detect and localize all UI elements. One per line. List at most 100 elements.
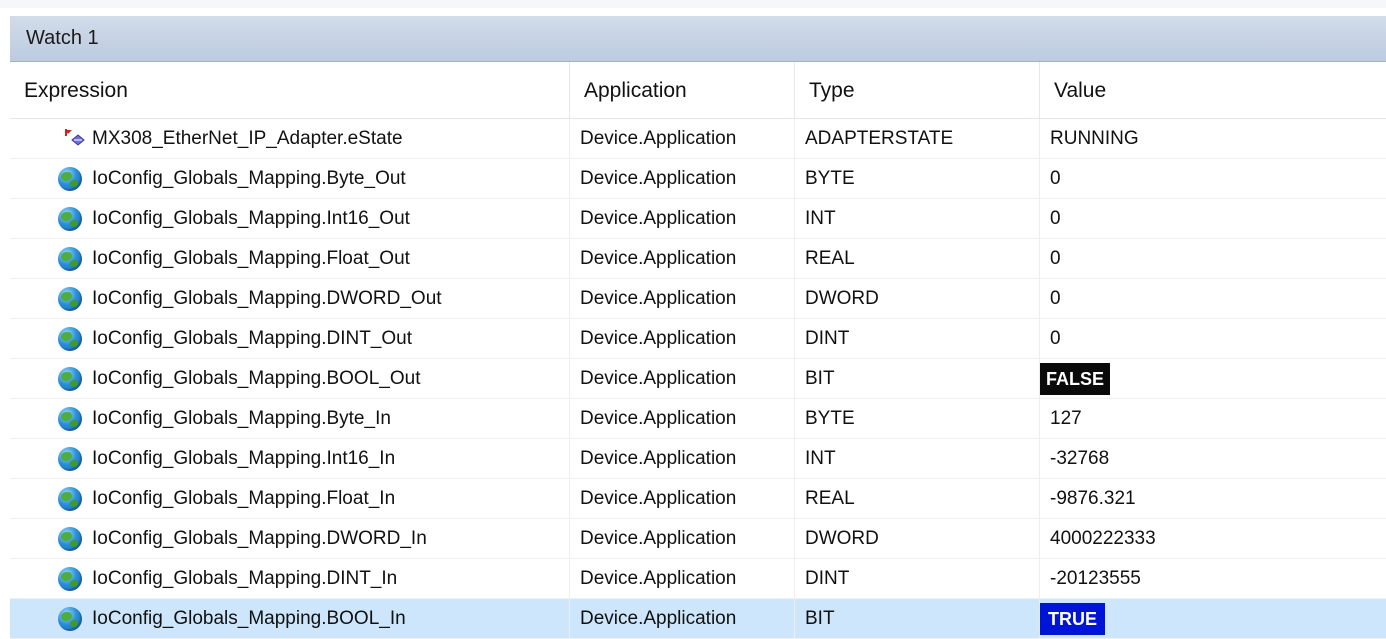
expression-text: IoConfig_Globals_Mapping.Float_In bbox=[92, 488, 396, 509]
expression-text: IoConfig_Globals_Mapping.BOOL_In bbox=[92, 608, 406, 629]
value-cell[interactable]: TRUE bbox=[1040, 599, 1386, 639]
type-cell: DINT bbox=[795, 559, 1040, 599]
expression-cell[interactable]: IoConfig_Globals_Mapping.DINT_Out bbox=[10, 319, 570, 359]
application-cell: Device.Application bbox=[570, 199, 795, 239]
table-row[interactable]: IoConfig_Globals_Mapping.DWORD_In Device… bbox=[10, 519, 1386, 559]
type-cell: DWORD bbox=[795, 279, 1040, 319]
expression-text: MX308_EtherNet_IP_Adapter.eState bbox=[92, 128, 403, 149]
watch-window: Watch 1 Expression Application Type Valu… bbox=[0, 0, 1386, 639]
type-cell: DWORD bbox=[795, 519, 1040, 559]
value-cell[interactable]: -9876.321 bbox=[1040, 479, 1386, 519]
column-header-value[interactable]: Value bbox=[1040, 62, 1386, 118]
globe-icon bbox=[58, 407, 82, 431]
expression-cell[interactable]: IoConfig_Globals_Mapping.Int16_In bbox=[10, 439, 570, 479]
expression-text: IoConfig_Globals_Mapping.Float_Out bbox=[92, 248, 410, 269]
column-header-application[interactable]: Application bbox=[570, 62, 795, 118]
table-row[interactable]: IoConfig_Globals_Mapping.DINT_In Device.… bbox=[10, 559, 1386, 599]
type-cell: BYTE bbox=[795, 399, 1040, 439]
expression-text: IoConfig_Globals_Mapping.DWORD_In bbox=[92, 528, 427, 549]
enum-variable-icon bbox=[65, 129, 85, 146]
table-row[interactable]: MX308_EtherNet_IP_Adapter.eState Device.… bbox=[10, 119, 1386, 159]
watch-tab-header[interactable]: Watch 1 bbox=[10, 16, 1386, 62]
false-value-badge[interactable]: FALSE bbox=[1040, 363, 1111, 395]
table-row[interactable]: IoConfig_Globals_Mapping.DWORD_Out Devic… bbox=[10, 279, 1386, 319]
type-cell: DINT bbox=[795, 319, 1040, 359]
application-cell: Device.Application bbox=[570, 599, 795, 639]
table-row[interactable]: IoConfig_Globals_Mapping.Int16_Out Devic… bbox=[10, 199, 1386, 239]
application-cell: Device.Application bbox=[570, 119, 795, 159]
type-cell: BIT bbox=[795, 359, 1040, 399]
application-cell: Device.Application bbox=[570, 279, 795, 319]
column-header-type[interactable]: Type bbox=[795, 62, 1040, 118]
globe-icon bbox=[58, 607, 82, 631]
expression-cell[interactable]: IoConfig_Globals_Mapping.Int16_Out bbox=[10, 199, 570, 239]
application-cell: Device.Application bbox=[570, 319, 795, 359]
table-row[interactable]: IoConfig_Globals_Mapping.BOOL_Out Device… bbox=[10, 359, 1386, 399]
value-cell[interactable]: RUNNING bbox=[1040, 119, 1386, 159]
value-cell[interactable]: -20123555 bbox=[1040, 559, 1386, 599]
expression-text: IoConfig_Globals_Mapping.Byte_In bbox=[92, 408, 391, 429]
globe-icon bbox=[58, 167, 82, 191]
table-row-selected[interactable]: IoConfig_Globals_Mapping.BOOL_In Device.… bbox=[10, 599, 1386, 639]
expression-cell[interactable]: IoConfig_Globals_Mapping.BOOL_Out bbox=[10, 359, 570, 399]
value-cell[interactable]: 0 bbox=[1040, 279, 1386, 319]
table-row[interactable]: IoConfig_Globals_Mapping.Byte_Out Device… bbox=[10, 159, 1386, 199]
table-row[interactable]: IoConfig_Globals_Mapping.Float_Out Devic… bbox=[10, 239, 1386, 279]
value-cell[interactable]: 0 bbox=[1040, 239, 1386, 279]
value-cell[interactable]: -32768 bbox=[1040, 439, 1386, 479]
application-cell: Device.Application bbox=[570, 519, 795, 559]
type-cell: BIT bbox=[795, 599, 1040, 639]
type-cell: INT bbox=[795, 199, 1040, 239]
globe-icon bbox=[58, 447, 82, 471]
application-cell: Device.Application bbox=[570, 559, 795, 599]
application-cell: Device.Application bbox=[570, 479, 795, 519]
globe-icon bbox=[58, 247, 82, 271]
expression-text: IoConfig_Globals_Mapping.BOOL_Out bbox=[92, 368, 421, 389]
value-cell[interactable]: 4000222333 bbox=[1040, 519, 1386, 559]
expression-text: IoConfig_Globals_Mapping.DWORD_Out bbox=[92, 288, 442, 309]
expression-cell[interactable]: IoConfig_Globals_Mapping.Byte_Out bbox=[10, 159, 570, 199]
globe-icon bbox=[58, 327, 82, 351]
table-row[interactable]: IoConfig_Globals_Mapping.Float_In Device… bbox=[10, 479, 1386, 519]
expression-cell[interactable]: IoConfig_Globals_Mapping.Float_Out bbox=[10, 239, 570, 279]
value-cell[interactable]: 0 bbox=[1040, 159, 1386, 199]
type-cell: INT bbox=[795, 439, 1040, 479]
expression-text: IoConfig_Globals_Mapping.Int16_In bbox=[92, 448, 396, 469]
application-cell: Device.Application bbox=[570, 239, 795, 279]
expression-cell[interactable]: IoConfig_Globals_Mapping.DINT_In bbox=[10, 559, 570, 599]
expression-cell[interactable]: IoConfig_Globals_Mapping.DWORD_In bbox=[10, 519, 570, 559]
application-cell: Device.Application bbox=[570, 359, 795, 399]
expression-cell[interactable]: MX308_EtherNet_IP_Adapter.eState bbox=[10, 119, 570, 159]
expression-text: IoConfig_Globals_Mapping.DINT_In bbox=[92, 568, 398, 589]
table-row[interactable]: IoConfig_Globals_Mapping.DINT_Out Device… bbox=[10, 319, 1386, 359]
globe-icon bbox=[58, 567, 82, 591]
application-cell: Device.Application bbox=[570, 159, 795, 199]
type-cell: ADAPTERSTATE bbox=[795, 119, 1040, 159]
value-cell[interactable]: 0 bbox=[1040, 319, 1386, 359]
type-cell: REAL bbox=[795, 479, 1040, 519]
column-header-expression[interactable]: Expression bbox=[10, 62, 570, 118]
expression-text: IoConfig_Globals_Mapping.Int16_Out bbox=[92, 208, 410, 229]
globe-icon bbox=[58, 527, 82, 551]
window-title: Watch 1 bbox=[26, 27, 99, 49]
globe-icon bbox=[58, 207, 82, 231]
value-cell[interactable]: 0 bbox=[1040, 199, 1386, 239]
type-cell: BYTE bbox=[795, 159, 1040, 199]
expression-text: IoConfig_Globals_Mapping.Byte_Out bbox=[92, 168, 406, 189]
expression-cell[interactable]: IoConfig_Globals_Mapping.BOOL_In bbox=[10, 599, 570, 639]
watch-grid: Expression Application Type Value MX308_… bbox=[10, 62, 1386, 639]
expression-text: IoConfig_Globals_Mapping.DINT_Out bbox=[92, 328, 413, 349]
column-header-row: Expression Application Type Value bbox=[10, 62, 1386, 119]
application-cell: Device.Application bbox=[570, 399, 795, 439]
type-cell: REAL bbox=[795, 239, 1040, 279]
expression-cell[interactable]: IoConfig_Globals_Mapping.Float_In bbox=[10, 479, 570, 519]
expression-cell[interactable]: IoConfig_Globals_Mapping.Byte_In bbox=[10, 399, 570, 439]
table-row[interactable]: IoConfig_Globals_Mapping.Int16_In Device… bbox=[10, 439, 1386, 479]
table-row[interactable]: IoConfig_Globals_Mapping.Byte_In Device.… bbox=[10, 399, 1386, 439]
expression-cell[interactable]: IoConfig_Globals_Mapping.DWORD_Out bbox=[10, 279, 570, 319]
globe-icon bbox=[58, 487, 82, 511]
value-cell[interactable]: FALSE bbox=[1040, 359, 1386, 399]
application-cell: Device.Application bbox=[570, 439, 795, 479]
value-cell[interactable]: 127 bbox=[1040, 399, 1386, 439]
globe-icon bbox=[58, 367, 82, 391]
